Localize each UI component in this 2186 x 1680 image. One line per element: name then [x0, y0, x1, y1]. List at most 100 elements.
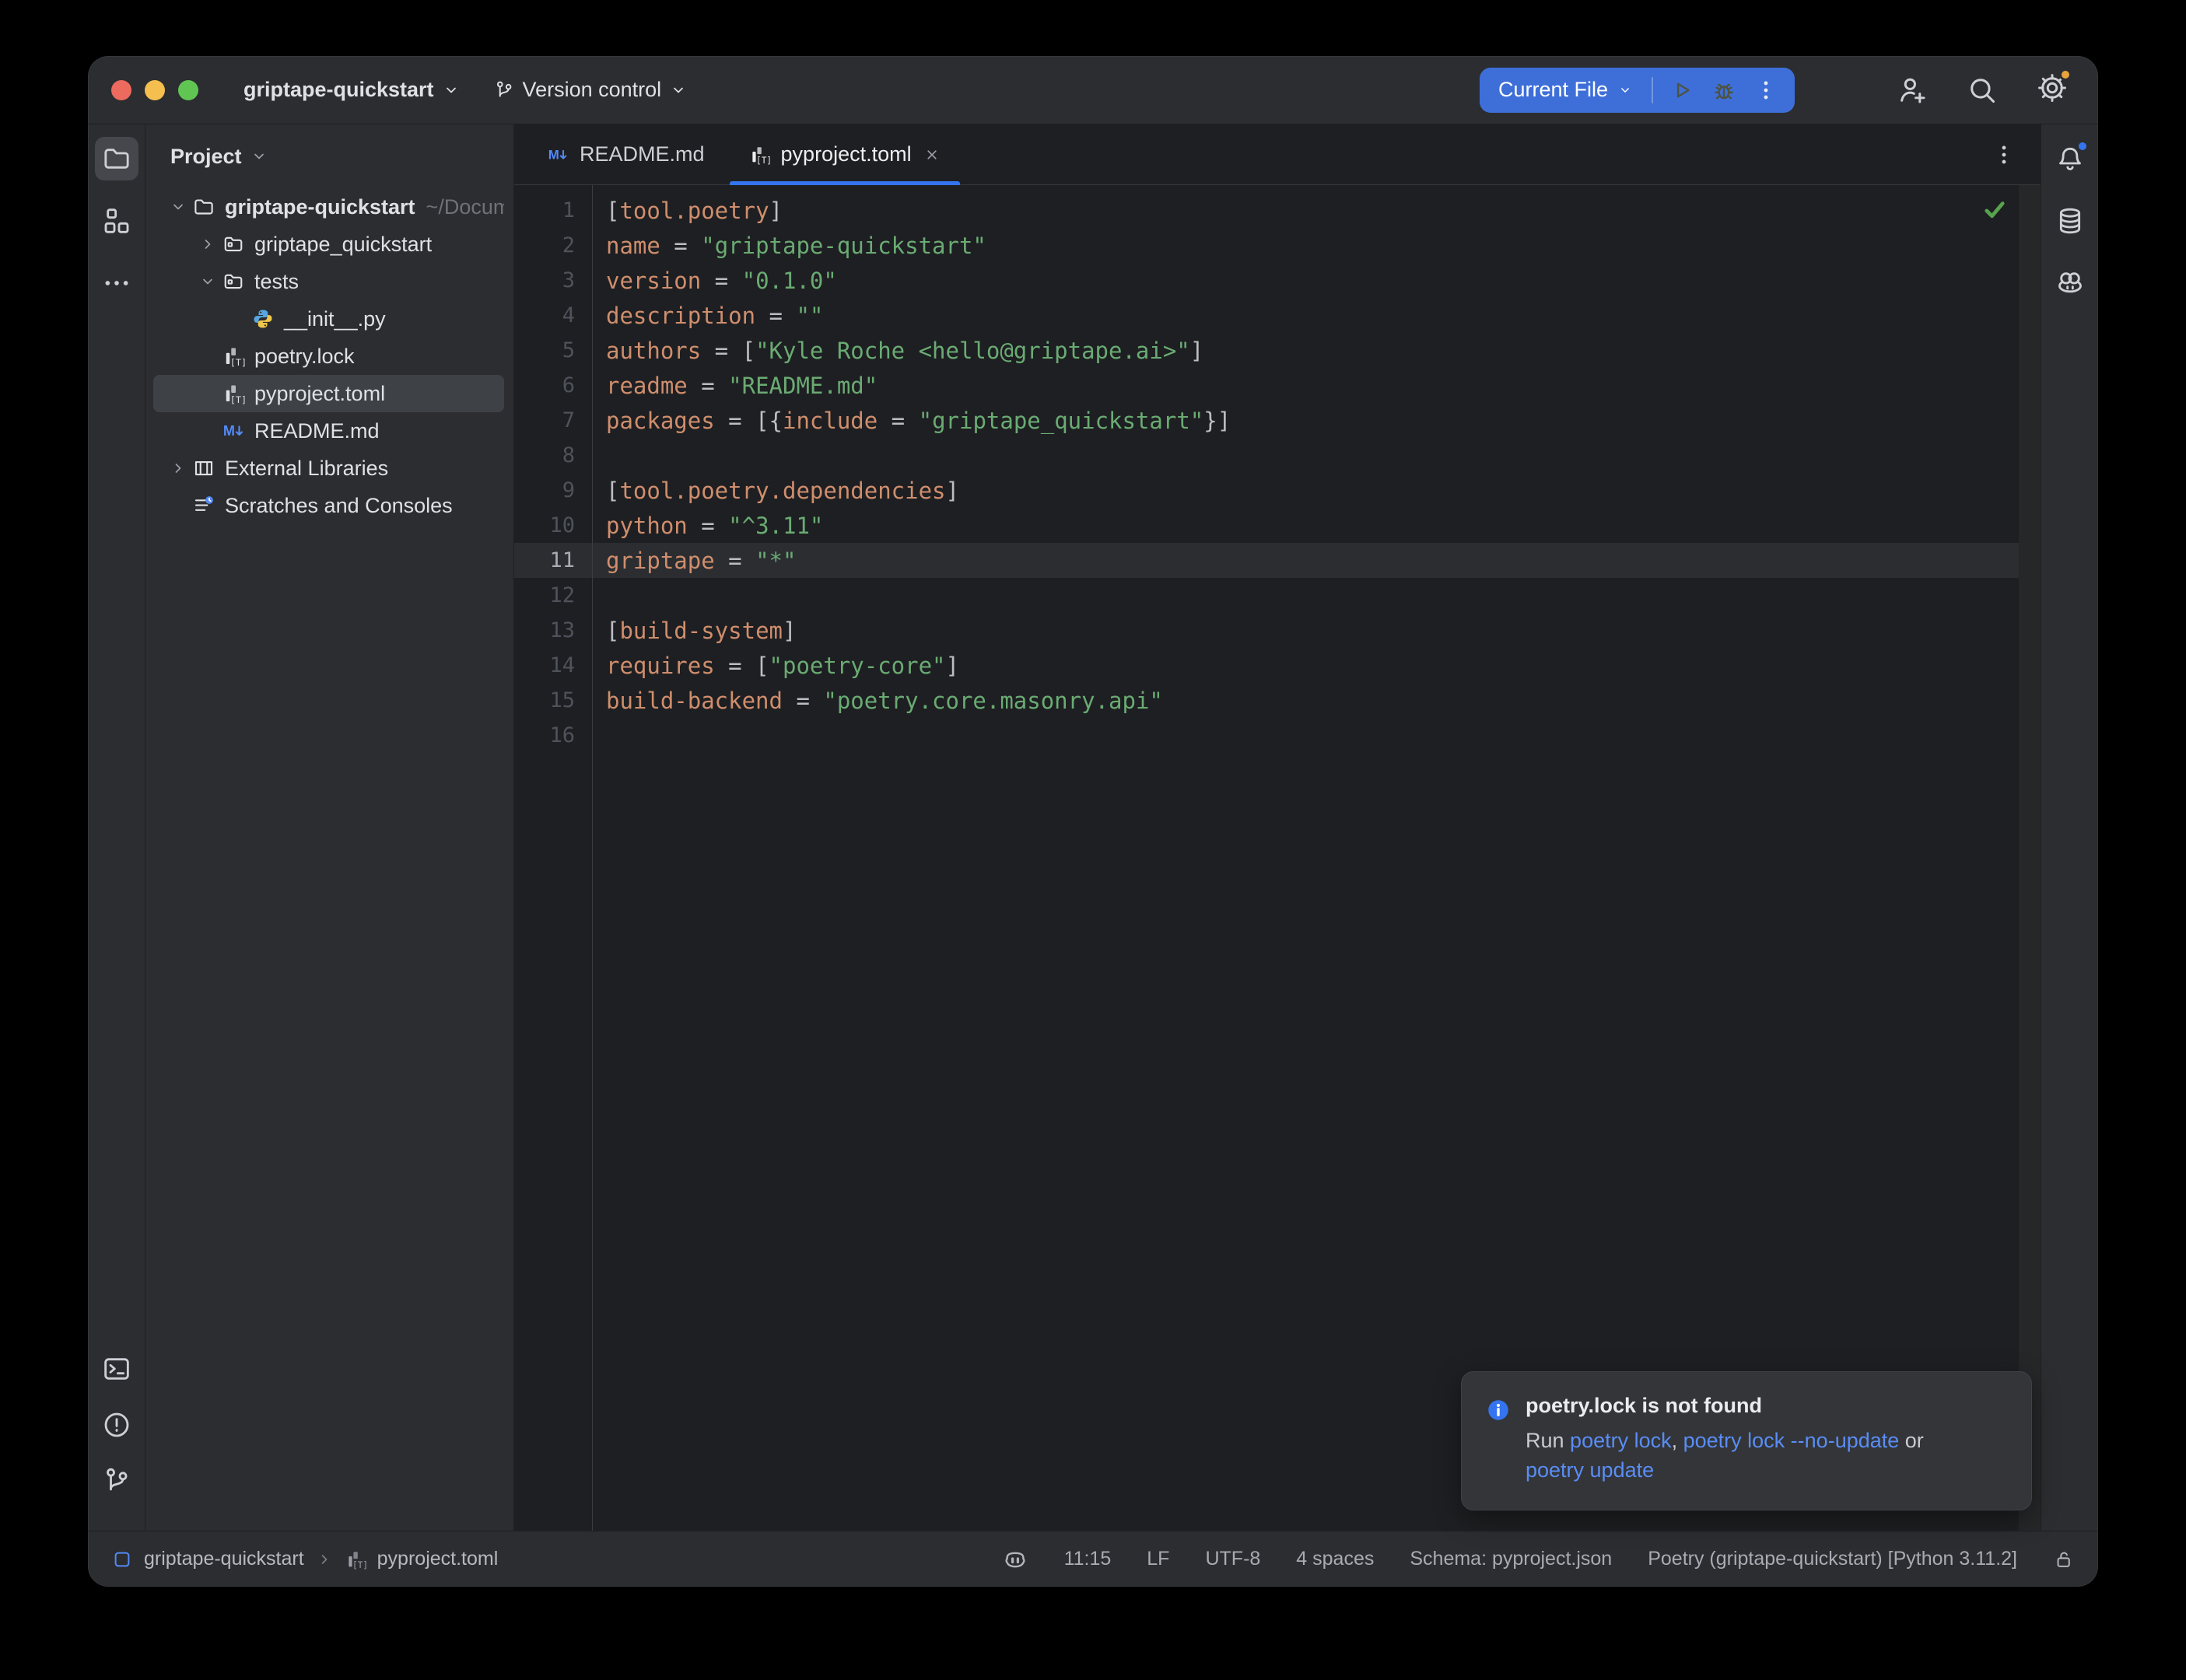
code-line-15[interactable]: 15build-backend = "poetry.core.masonry.a… — [514, 683, 2019, 718]
code-token: [ — [606, 618, 619, 644]
code-line-2[interactable]: 2name = "griptape-quickstart" — [514, 228, 2019, 263]
pill-divider — [1652, 77, 1653, 103]
title-bar: griptape-quickstart Version control Curr… — [88, 56, 2098, 124]
project-panel: Project griptape-quickstart~/Documegript… — [145, 124, 514, 1531]
code-line-8[interactable]: 8 — [514, 438, 2019, 473]
tab-bar-options — [1991, 124, 2041, 184]
kebab-menu-icon[interactable] — [1991, 142, 2017, 168]
status-indent-style[interactable]: 4 spaces — [1296, 1548, 1374, 1570]
breadcrumb-project[interactable]: griptape-quickstart — [144, 1548, 304, 1570]
tree-item-external-libraries[interactable]: External Libraries — [153, 450, 504, 487]
notification-link-poetry-update[interactable]: poetry update — [1526, 1458, 1654, 1482]
tree-item-griptape-quickstart[interactable]: griptape_quickstart — [153, 226, 504, 263]
project-panel-header[interactable]: Project — [145, 134, 513, 179]
minimize-window-button[interactable] — [145, 80, 165, 100]
code-line-10[interactable]: 10python = "^3.11" — [514, 508, 2019, 543]
database-tool-button[interactable] — [2048, 199, 2092, 243]
add-user-icon[interactable] — [1896, 74, 1929, 107]
terminal-tool-button[interactable] — [95, 1347, 138, 1391]
markdown-icon: M — [547, 144, 569, 166]
status-json-schema[interactable]: Schema: pyproject.json — [1410, 1548, 1612, 1570]
zoom-window-button[interactable] — [178, 80, 198, 100]
terminal-icon — [101, 1353, 132, 1384]
problems-tool-button[interactable] — [95, 1403, 138, 1447]
ai-assistant-icon — [2055, 268, 2086, 299]
ai-assistant-button[interactable] — [2048, 261, 2092, 305]
notifications-dot — [2076, 140, 2089, 152]
close-window-button[interactable] — [111, 80, 131, 100]
code-line-1[interactable]: 1[tool.poetry] — [514, 193, 2019, 228]
code-token: griptape — [606, 548, 715, 574]
more-tool-windows-button[interactable] — [95, 261, 138, 305]
line-number: 12 — [514, 583, 592, 607]
tab-readme-md[interactable]: M README.md — [525, 124, 727, 184]
tab-pyproject-toml[interactable]: [T] pyproject.toml — [727, 124, 963, 184]
search-icon[interactable] — [1966, 74, 1999, 107]
tree-item-griptape-quickstart[interactable]: griptape-quickstart~/Docume — [153, 188, 504, 226]
status-caret-position[interactable]: 11:15 — [1064, 1548, 1112, 1570]
code-line-9[interactable]: 9[tool.poetry.dependencies] — [514, 473, 2019, 508]
code-token: "*" — [755, 548, 796, 574]
code-line-12[interactable]: 12 — [514, 578, 2019, 613]
notifications-button[interactable] — [2048, 137, 2092, 180]
tree-item-pyproject-toml[interactable]: [T]pyproject.toml — [153, 375, 504, 412]
chevron-down-icon — [669, 81, 688, 100]
line-number: 16 — [514, 723, 592, 747]
code-token: "griptape-quickstart" — [701, 233, 986, 259]
code-line-4[interactable]: 4description = "" — [514, 298, 2019, 333]
tree-item-scratches-and-consoles[interactable]: Scratches and Consoles — [153, 487, 504, 524]
code-line-14[interactable]: 14requires = ["poetry-core"] — [514, 648, 2019, 683]
code-line-13[interactable]: 13[build-system] — [514, 613, 2019, 648]
debug-icon[interactable] — [1711, 77, 1737, 103]
gutter-separator — [592, 185, 593, 1531]
vcs-widget[interactable]: Version control — [482, 70, 699, 110]
chevron-down-icon[interactable] — [194, 272, 222, 291]
version-control-tool-button[interactable] — [95, 1459, 138, 1503]
chevron-down-icon[interactable] — [164, 198, 192, 216]
notification-link-poetry-lock-no-update[interactable]: poetry lock --no-update — [1683, 1429, 1900, 1452]
status-line-separator[interactable]: LF — [1147, 1548, 1169, 1570]
scrollbar-track[interactable] — [2019, 185, 2041, 1531]
code-line-16[interactable]: 16 — [514, 718, 2019, 753]
settings-button[interactable] — [2036, 72, 2069, 108]
code-line-7[interactable]: 7packages = [{include = "griptape_quicks… — [514, 403, 2019, 438]
notification-popup[interactable]: poetry.lock is not found Run poetry lock… — [1461, 1371, 2032, 1510]
problems-icon — [101, 1409, 132, 1440]
notification-link-poetry-lock[interactable]: poetry lock — [1570, 1429, 1672, 1452]
structure-tool-button[interactable] — [95, 199, 138, 243]
code-line-5[interactable]: 5authors = ["Kyle Roche <hello@griptape.… — [514, 333, 2019, 368]
chevron-right-icon[interactable] — [194, 235, 222, 254]
copilot-icon[interactable] — [1002, 1546, 1028, 1573]
project-tool-button[interactable] — [95, 137, 138, 180]
tree-item-init-py[interactable]: __init__.py — [153, 300, 504, 338]
more-run-options-icon[interactable] — [1753, 77, 1779, 103]
folder-icon — [192, 195, 215, 219]
status-file-encoding[interactable]: UTF-8 — [1205, 1548, 1260, 1570]
code-editor[interactable]: 1[tool.poetry]2name = "griptape-quicksta… — [514, 185, 2019, 1531]
unlock-icon[interactable] — [2053, 1549, 2075, 1570]
project-icon — [111, 1549, 133, 1570]
code-text: packages = [{include = "griptape_quickst… — [592, 408, 1231, 434]
chevron-right-icon[interactable] — [164, 459, 192, 478]
inspections-ok-check-icon[interactable] — [1981, 196, 2008, 222]
close-icon[interactable] — [923, 145, 941, 164]
notification-title: poetry.lock is not found — [1526, 1394, 2005, 1418]
code-line-6[interactable]: 6readme = "README.md" — [514, 368, 2019, 403]
tree-item-icon-slot — [192, 494, 223, 517]
code-line-3[interactable]: 3version = "0.1.0" — [514, 263, 2019, 298]
tree-item-tests[interactable]: tests — [153, 263, 504, 300]
code-token: = — [878, 408, 918, 434]
project-switcher[interactable]: griptape-quickstart — [233, 70, 471, 110]
run-configuration-selector[interactable]: Current File — [1495, 78, 1636, 102]
tree-item-readme-md[interactable]: MREADME.md — [153, 412, 504, 450]
tree-item-poetry-lock[interactable]: [T]poetry.lock — [153, 338, 504, 375]
code-text: readme = "README.md" — [592, 373, 878, 399]
code-line-11[interactable]: 11griptape = "*" — [514, 543, 2019, 578]
code-token: requires — [606, 653, 715, 679]
tree-item-icon-slot — [251, 307, 282, 331]
code-text: griptape = "*" — [592, 548, 796, 574]
code-token: = — [715, 548, 755, 574]
breadcrumb-file[interactable]: pyproject.toml — [377, 1548, 499, 1570]
status-python-interpreter[interactable]: Poetry (griptape-quickstart) [Python 3.1… — [1648, 1548, 2017, 1570]
run-icon[interactable] — [1669, 77, 1695, 103]
